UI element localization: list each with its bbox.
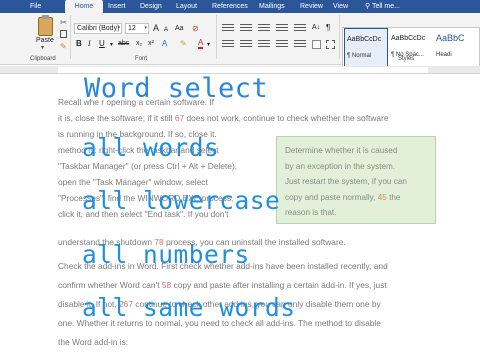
tab-references[interactable]: References [212,0,248,13]
copy-icon[interactable] [60,30,67,38]
clipboard-group-label: Clipboard [30,56,56,62]
tell-me-search[interactable]: ⚲ Tell me... [365,0,400,13]
align-center-icon[interactable] [240,40,252,49]
chevron-down-icon[interactable]: ▾ [41,44,44,51]
superscript-icon[interactable]: x² [148,39,154,49]
highlight-icon[interactable]: ✎ [180,39,187,49]
change-case-button[interactable]: Aa [175,24,184,34]
callout-line: Just restart the system, if you can [285,177,407,186]
tab-design[interactable]: Design [140,0,162,13]
strikethrough-icon[interactable]: abc [118,39,129,49]
font-size-dropdown[interactable]: 12 ▾ [125,23,149,34]
paste-icon[interactable] [38,15,53,36]
tab-home[interactable]: Home [65,0,103,13]
borders-icon[interactable] [326,40,335,49]
subscript-icon[interactable]: x₂ [136,39,142,49]
overlay-item: all same words [82,293,296,322]
chevron-down-icon: ▾ [117,25,120,31]
style-name: ¶ Normal [347,53,372,59]
font-name-value: Calibri (Body) [77,25,120,32]
italic-button[interactable]: I [88,39,91,49]
tell-me-label: Tell me... [371,3,400,10]
group-divider [216,15,217,59]
callout-line: reason is that. [285,208,337,217]
font-group-label: Font [135,56,148,62]
callout-line: by an exception in the system. [285,161,396,171]
font-size-value: 12 [128,25,136,32]
style-sample: AaBbC [436,33,465,43]
style-normal[interactable]: AaBbCcDc ¶ Normal [344,28,388,68]
show-marks-icon[interactable]: ¶ [326,23,330,33]
overlay-item: all lowercase [82,186,281,215]
document-line: the Word add-in is: [58,337,129,347]
grow-font-button[interactable]: A [153,23,159,33]
document-line: it is, close the software; if it still 6… [58,113,389,123]
line-spacing-icon[interactable] [294,40,306,49]
clear-formatting-icon[interactable]: ⊘ [192,24,199,34]
styles-gallery: AaBbCcDc ¶ Normal AaBbCcDc ¶ No Spac... … [342,27,480,69]
overlay-item: all numbers [82,240,250,269]
decrease-indent-icon[interactable] [276,24,288,33]
align-left-icon[interactable] [222,40,234,49]
format-painter-icon[interactable]: ✎ [60,42,67,51]
paste-button[interactable]: Paste [36,37,54,44]
callout-line: Determine whether it is caused [285,146,398,155]
styles-group-label: Styles [398,56,415,62]
justify-icon[interactable] [276,40,288,49]
overlay-item: all words [82,133,220,162]
bullets-icon[interactable] [222,24,234,33]
text-effects-icon[interactable]: A [162,39,167,49]
style-sample: AaBbCcDc [347,36,382,43]
tab-view[interactable]: View [333,0,348,13]
tab-insert[interactable]: Insert [108,0,126,13]
multilevel-list-icon[interactable] [258,24,270,33]
tab-file[interactable]: File [30,0,41,13]
numbering-icon[interactable] [240,24,252,33]
group-divider [70,15,71,59]
style-sample: AaBbCcDc [391,35,426,42]
chevron-down-icon[interactable]: ▾ [207,40,210,50]
callout-line: copy and paste normally, 45 the [285,192,401,202]
font-name-dropdown[interactable]: Calibri (Body) ▾ [74,23,122,34]
bold-button[interactable]: B [76,39,82,49]
callout-text-box[interactable]: Determine whether it is caused by an exc… [276,136,436,224]
overlay-title: Word select [84,73,269,104]
tab-layout[interactable]: Layout [176,0,197,13]
ribbon-home: Paste ▾ ✂ ✎ Clipboard Calibri (Body) ▾ 1… [0,13,480,69]
style-heading[interactable]: AaBbC Headi [434,28,478,68]
style-name: Headi [436,52,452,58]
chevron-down-icon: ▾ [144,25,147,31]
tab-review[interactable]: Review [300,0,323,13]
group-divider [339,15,340,59]
sort-icon[interactable]: A↓ [312,23,320,33]
underline-button[interactable]: U [99,39,105,49]
tab-mailings[interactable]: Mailings [259,0,285,13]
align-right-icon[interactable] [258,40,270,49]
cut-icon[interactable]: ✂ [60,18,67,27]
underline-chevron-icon[interactable]: ▾ [110,40,113,50]
lightbulb-icon: ⚲ [365,3,371,10]
increase-indent-icon[interactable] [294,24,306,33]
shrink-font-button[interactable]: A [164,25,168,35]
document-line: "Taskbar Manager" (or press Ctrl + Alt +… [58,161,238,171]
font-color-button[interactable]: A [198,39,204,49]
style-no-spacing[interactable]: AaBbCcDc ¶ No Spac... [389,28,433,68]
ribbon-tab-bar: File Home Insert Design Layout Reference… [0,0,480,13]
shading-icon[interactable] [312,40,321,49]
document-line: confirm whether Word can't 58 copy and p… [58,280,387,290]
